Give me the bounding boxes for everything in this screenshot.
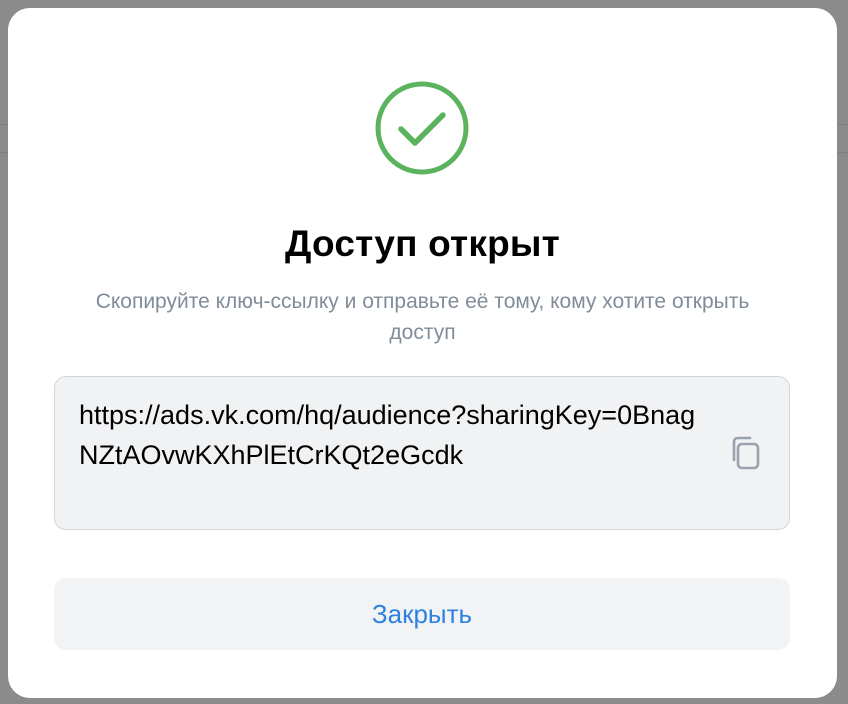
copy-link-button[interactable] — [725, 435, 765, 475]
dialog-subtitle: Скопируйте ключ-ссылку и отправьте её то… — [95, 290, 750, 344]
sharing-link-text[interactable]: https://ads.vk.com/hq/audience?sharingKe… — [79, 395, 709, 475]
copy-icon — [728, 434, 762, 477]
sharing-link-field[interactable]: https://ads.vk.com/hq/audience?sharingKe… — [54, 376, 790, 530]
close-button[interactable]: Закрыть — [54, 578, 790, 650]
check-circle-icon — [374, 80, 470, 176]
access-opened-dialog: Доступ открыт Скопируйте ключ-ссылку и о… — [8, 8, 837, 698]
dialog-title: Доступ открыт — [285, 223, 560, 264]
